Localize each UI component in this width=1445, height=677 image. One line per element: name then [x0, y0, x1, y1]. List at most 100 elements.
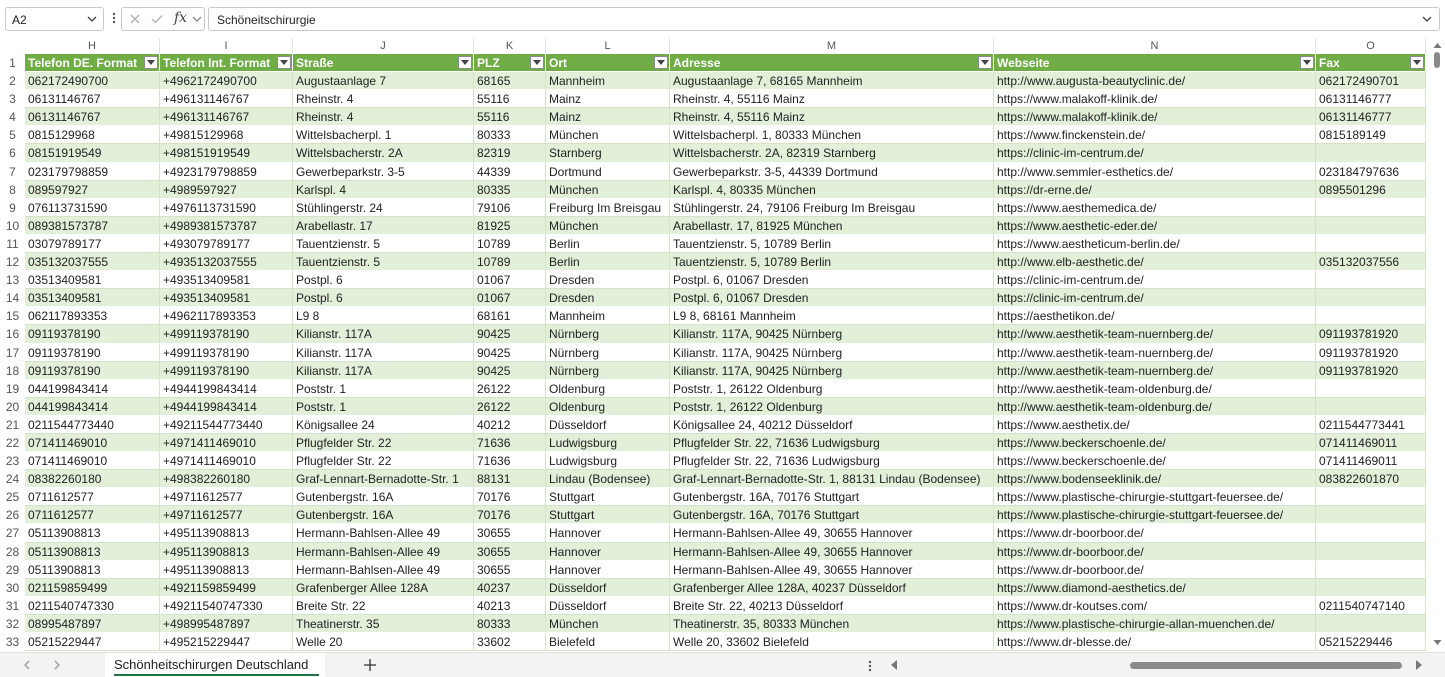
table-cell[interactable]: 40212 [474, 415, 546, 434]
table-cell[interactable]: https://dr-erne.de/ [994, 180, 1316, 199]
table-cell[interactable]: +49211540747330 [160, 596, 293, 615]
table-cell[interactable]: Rheinstr. 4, 55116 Mainz [670, 108, 994, 127]
header-cell[interactable]: PLZ [474, 54, 546, 73]
column-header-j[interactable]: J [293, 38, 474, 54]
table-cell[interactable]: +4976113731590 [160, 198, 293, 217]
table-cell[interactable]: https://clinic-im-centrum.de/ [994, 289, 1316, 308]
header-cell[interactable]: Webseite [994, 54, 1316, 73]
filter-dropdown-icon[interactable] [144, 56, 158, 69]
table-cell[interactable]: 26122 [474, 397, 546, 416]
table-cell[interactable] [1316, 289, 1426, 308]
table-cell[interactable]: Graf-Lennart-Bernadotte-Str. 1, 88131 Li… [670, 470, 994, 489]
table-cell[interactable]: +4989597927 [160, 180, 293, 199]
table-cell[interactable]: Welle 20 [293, 633, 474, 652]
table-cell[interactable]: Graf-Lennart-Bernadotte-Str. 1 [293, 470, 474, 489]
filter-dropdown-icon[interactable] [1300, 56, 1314, 69]
row-number[interactable]: 33 [0, 633, 25, 652]
table-cell[interactable]: Kilianstr. 117A [293, 325, 474, 344]
table-cell[interactable]: +493079789177 [160, 234, 293, 254]
filter-dropdown-icon[interactable] [978, 56, 992, 69]
table-cell[interactable]: http://www.semmler-esthetics.de/ [994, 162, 1316, 181]
table-cell[interactable]: 30655 [474, 560, 546, 579]
table-cell[interactable]: Augustaanlage 7, 68165 Mannheim [670, 72, 994, 91]
table-cell[interactable] [1316, 234, 1426, 254]
table-cell[interactable]: 82319 [474, 144, 546, 163]
table-cell[interactable]: 01067 [474, 271, 546, 290]
table-cell[interactable]: Postpl. 6 [293, 271, 474, 290]
table-cell[interactable]: 30655 [474, 542, 546, 561]
x-icon[interactable] [128, 12, 142, 26]
table-cell[interactable]: +495113908813 [160, 542, 293, 561]
table-cell[interactable]: 40213 [474, 596, 546, 615]
table-cell[interactable]: 90425 [474, 361, 546, 380]
table-cell[interactable]: 06131146777 [1316, 108, 1426, 127]
table-cell[interactable]: 089381573787 [25, 216, 160, 235]
table-cell[interactable]: +4962172490700 [160, 72, 293, 91]
table-cell[interactable]: Dresden [546, 289, 670, 308]
table-cell[interactable] [1316, 524, 1426, 543]
row-number[interactable]: 31 [0, 596, 25, 615]
check-icon[interactable] [150, 12, 164, 26]
chevron-down-icon[interactable] [85, 12, 99, 26]
table-cell[interactable]: 03513409581 [25, 289, 160, 308]
table-cell[interactable]: Bielefeld [546, 633, 670, 652]
table-cell[interactable]: Hermann-Bahlsen-Allee 49, 30655 Hannover [670, 560, 994, 579]
table-cell[interactable]: 03513409581 [25, 271, 160, 290]
scroll-down-icon[interactable] [1433, 639, 1442, 646]
table-cell[interactable]: +493513409581 [160, 271, 293, 290]
table-cell[interactable]: Kilianstr. 117A, 90425 Nürnberg [670, 361, 994, 380]
column-header-n[interactable]: N [994, 38, 1316, 54]
table-cell[interactable]: 68165 [474, 72, 546, 91]
table-cell[interactable]: 80333 [474, 126, 546, 145]
table-cell[interactable]: 10789 [474, 253, 546, 272]
column-header-o[interactable]: O [1316, 38, 1426, 54]
row-number[interactable]: 29 [0, 560, 25, 579]
row-number[interactable]: 2 [0, 72, 25, 91]
row-number[interactable]: 28 [0, 542, 25, 561]
table-cell[interactable]: Kilianstr. 117A [293, 361, 474, 380]
table-cell[interactable]: 55116 [474, 108, 546, 127]
table-cell[interactable]: https://www.dr-koutses.com/ [994, 596, 1316, 615]
table-cell[interactable]: 071411469011 [1316, 433, 1426, 453]
table-cell[interactable]: Wittelsbacherstr. 2A [293, 144, 474, 163]
table-cell[interactable]: München [546, 126, 670, 145]
table-cell[interactable]: 03079789177 [25, 234, 160, 254]
table-cell[interactable]: Theatinerstr. 35, 80333 München [670, 614, 994, 633]
table-cell[interactable]: München [546, 180, 670, 199]
row-number[interactable]: 4 [0, 108, 25, 127]
table-cell[interactable]: Grafenberger Allee 128A, 40237 Düsseldor… [670, 578, 994, 597]
table-cell[interactable]: 0815189149 [1316, 126, 1426, 145]
fx-icon[interactable]: fx [174, 10, 187, 26]
table-cell[interactable]: https://clinic-im-centrum.de/ [994, 271, 1316, 290]
table-cell[interactable]: Hermann-Bahlsen-Allee 49, 30655 Hannover [670, 542, 994, 561]
table-cell[interactable]: https://www.beckerschoenle.de/ [994, 452, 1316, 471]
table-cell[interactable]: Gewerbeparkstr. 3-5 [293, 162, 474, 181]
table-cell[interactable]: 09119378190 [25, 343, 160, 362]
table-cell[interactable]: 06131146767 [25, 90, 160, 109]
table-cell[interactable]: 0211540747330 [25, 596, 160, 615]
table-cell[interactable]: Gewerbeparkstr. 3-5, 44339 Dortmund [670, 162, 994, 181]
table-cell[interactable]: Oldenburg [546, 397, 670, 416]
table-cell[interactable]: Mannheim [546, 307, 670, 326]
row-number[interactable]: 32 [0, 614, 25, 633]
table-cell[interactable]: Nürnberg [546, 343, 670, 362]
table-cell[interactable] [1316, 560, 1426, 579]
table-cell[interactable]: 035132037555 [25, 253, 160, 272]
table-cell[interactable]: +4971411469010 [160, 433, 293, 453]
table-cell[interactable]: 09119378190 [25, 325, 160, 344]
table-cell[interactable]: 083822601870 [1316, 470, 1426, 489]
table-cell[interactable]: 0815129968 [25, 126, 160, 145]
table-cell[interactable]: L9 8 [293, 307, 474, 326]
row-number[interactable]: 20 [0, 397, 25, 416]
table-cell[interactable]: 05113908813 [25, 524, 160, 543]
table-cell[interactable]: 08382260180 [25, 470, 160, 489]
table-cell[interactable]: https://www.aesthetix.de/ [994, 415, 1316, 434]
table-cell[interactable] [1316, 542, 1426, 561]
table-cell[interactable]: Postpl. 6 [293, 289, 474, 308]
table-cell[interactable]: Düsseldorf [546, 596, 670, 615]
table-cell[interactable]: Hermann-Bahlsen-Allee 49 [293, 542, 474, 561]
table-cell[interactable]: +493513409581 [160, 289, 293, 308]
table-cell[interactable]: +49711612577 [160, 488, 293, 507]
table-cell[interactable]: Theatinerstr. 35 [293, 614, 474, 633]
filter-dropdown-icon[interactable] [654, 56, 668, 69]
